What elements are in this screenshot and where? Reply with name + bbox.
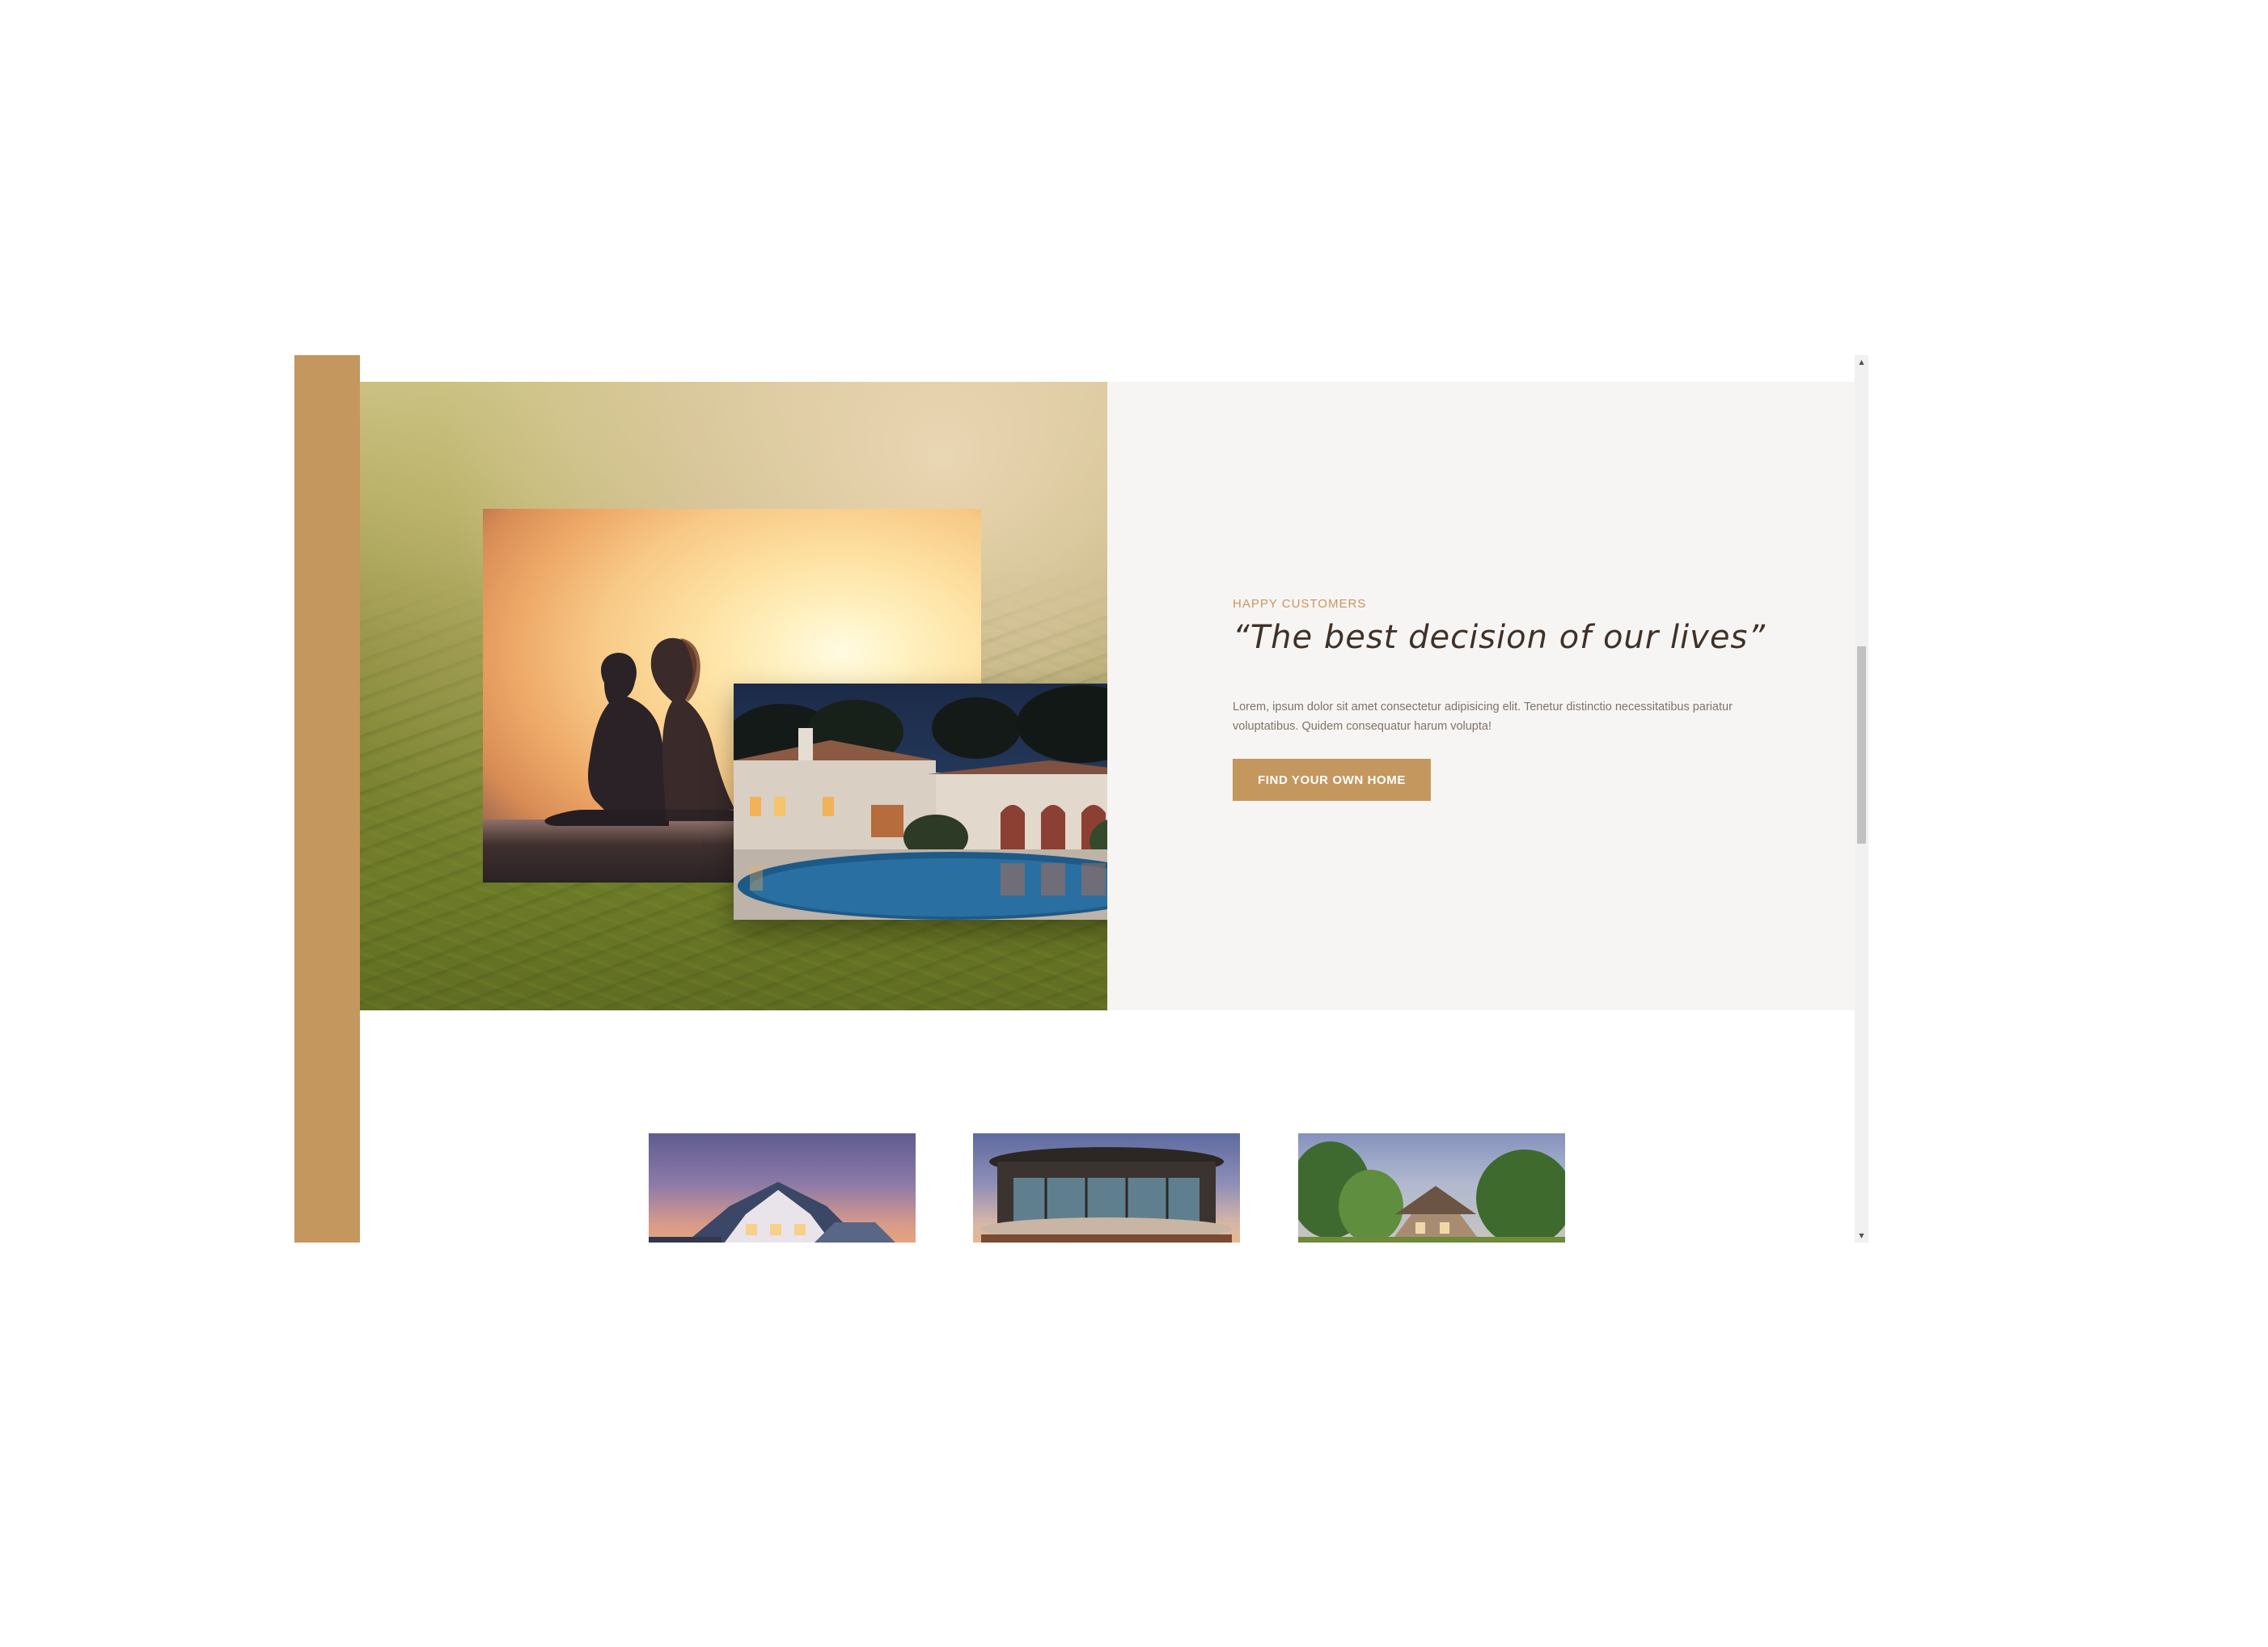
property-card[interactable] — [1298, 1133, 1565, 1243]
browser-viewport-frame: HAPPY CUSTOMERS “The best decision of ou… — [294, 355, 1868, 1243]
round-modern-house-photo — [981, 1147, 1232, 1243]
scroll-down-icon[interactable]: ▼ — [1855, 1229, 1868, 1243]
country-house-trees-photo — [1298, 1141, 1565, 1243]
testimonial-text-panel: HAPPY CUSTOMERS “The best decision of ou… — [1107, 382, 1855, 1010]
testimonial-body: Lorem, ipsum dolor sit amet consectetur … — [1233, 700, 1733, 733]
vertical-scrollbar[interactable]: ▲ ▼ — [1855, 355, 1868, 1243]
testimonial-quote: “The best decision of our lives” — [1233, 619, 1766, 656]
testimonial-media-panel — [360, 382, 1107, 1010]
villa-illustration — [734, 685, 1107, 920]
find-home-button[interactable]: FIND YOUR OWN HOME — [1233, 759, 1431, 801]
villa-pool-photo — [734, 684, 1107, 920]
page-viewport: HAPPY CUSTOMERS “The best decision of ou… — [360, 355, 1855, 1243]
property-card[interactable] — [649, 1133, 916, 1243]
scroll-thumb[interactable] — [1857, 646, 1866, 844]
accent-side-bar — [294, 355, 360, 1243]
suburban-house-dusk-photo — [649, 1182, 895, 1243]
property-listings-row — [360, 1133, 1855, 1243]
testimonial-section: HAPPY CUSTOMERS “The best decision of ou… — [360, 382, 1855, 1010]
scroll-up-icon[interactable]: ▲ — [1855, 355, 1868, 369]
section-eyebrow: HAPPY CUSTOMERS — [1233, 597, 1367, 611]
property-card[interactable] — [973, 1133, 1240, 1243]
